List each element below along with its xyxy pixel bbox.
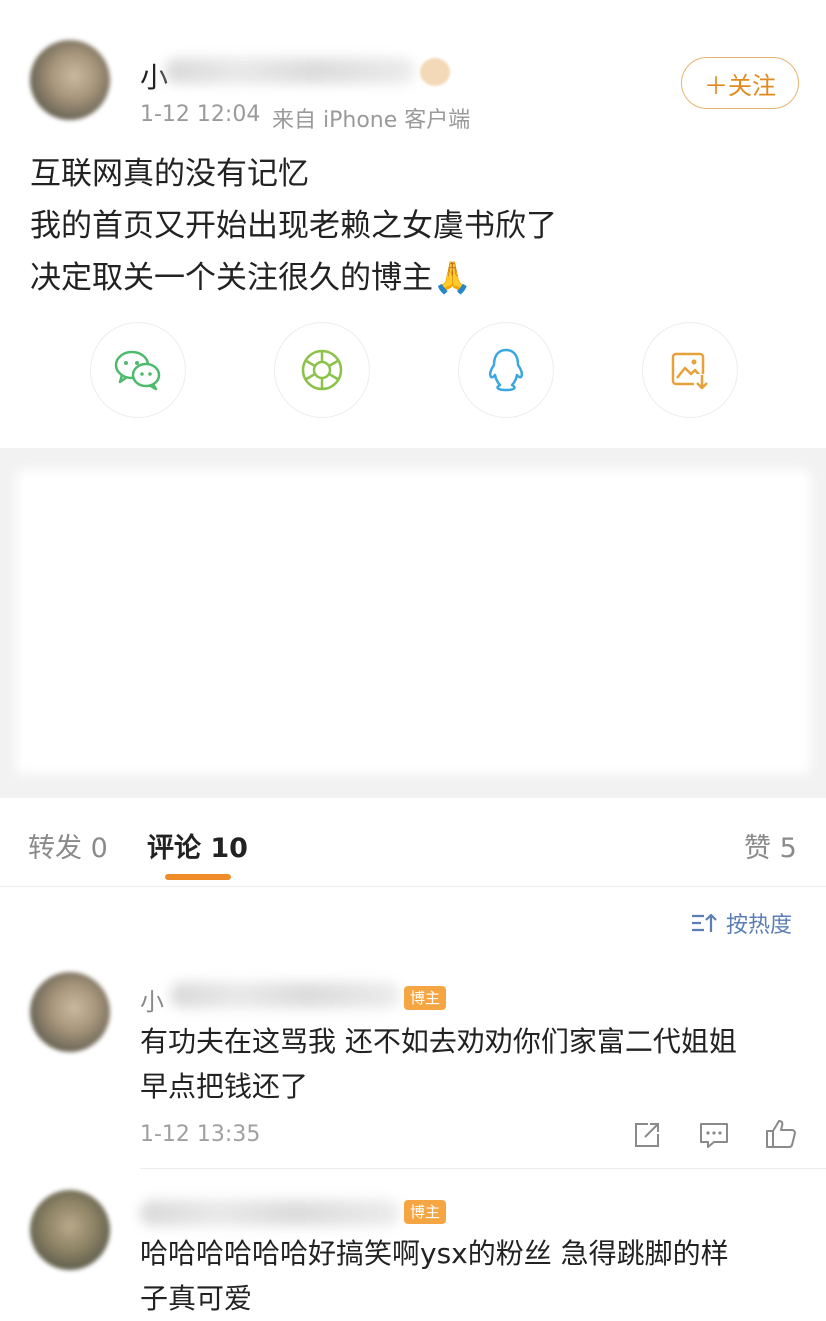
- share-wechat-button[interactable]: [90, 322, 186, 418]
- sort-icon: [692, 913, 717, 932]
- post-time: 1-12 12:04: [140, 102, 261, 127]
- tab-likes[interactable]: 赞 5: [744, 826, 797, 865]
- comment-avatar[interactable]: [30, 972, 110, 1052]
- reply-comment-button[interactable]: [698, 1120, 730, 1154]
- author-name-visible[interactable]: 小: [140, 56, 168, 96]
- blogger-badge: 博主: [404, 986, 447, 1010]
- post-source: 来自 iPhone 客户端: [272, 108, 471, 133]
- comment-divider: [140, 1168, 826, 1169]
- comment-author-redacted: [170, 982, 400, 1008]
- share-out-icon: [635, 1123, 659, 1147]
- share-moments-button[interactable]: [274, 322, 370, 418]
- comment-line-1: 有功夫在这骂我 还不如去劝劝你们家富二代姐姐: [140, 1025, 737, 1058]
- comment-avatar[interactable]: [30, 1190, 110, 1270]
- comment-author-visible[interactable]: 小: [140, 982, 164, 1017]
- wechat-icon: [114, 350, 161, 391]
- comment-author-redacted: [140, 1200, 400, 1226]
- tab-comments[interactable]: 评论 10: [147, 826, 248, 865]
- comment-line-1: 哈哈哈哈哈哈好搞笑啊ysx的粉丝 急得跳脚的样: [140, 1237, 729, 1270]
- tabs-bar: [0, 798, 826, 887]
- author-avatar[interactable]: [30, 40, 110, 120]
- sort-label: 按热度: [726, 913, 793, 938]
- qq-icon: [488, 348, 524, 392]
- comment-text: 有功夫在这骂我 还不如去劝劝你们家富二代姐姐 早点把钱还了: [140, 1019, 810, 1109]
- thumbs-up-icon: [766, 1120, 796, 1148]
- save-image-icon: [671, 352, 710, 390]
- comment-icon: [700, 1123, 728, 1148]
- moments-icon: [301, 349, 343, 391]
- comment-line-2: 早点把钱还了: [140, 1070, 309, 1103]
- post-line-1: 互联网真的没有记忆: [30, 156, 309, 192]
- like-comment-button[interactable]: [764, 1118, 798, 1154]
- repost-comment-button[interactable]: [632, 1120, 662, 1154]
- tab-active-indicator: [165, 874, 231, 880]
- comment-line-2: 子真可爱: [140, 1282, 253, 1315]
- author-name-redacted: [165, 58, 415, 84]
- sort-button[interactable]: 按热度: [690, 907, 792, 939]
- author-emoji-icon: [420, 58, 450, 86]
- post-line-3: 决定取关一个关注很久的博主🙏: [30, 260, 472, 296]
- share-qq-button[interactable]: [458, 322, 554, 418]
- comment-text: 哈哈哈哈哈哈好搞笑啊ysx的粉丝 急得跳脚的样 子真可爱: [140, 1231, 810, 1321]
- post-line-2: 我的首页又开始出现老赖之女虞书欣了: [30, 208, 557, 244]
- comment-time: 1-12 13:35: [140, 1122, 261, 1147]
- redacted-content-area: [16, 470, 810, 774]
- share-save-image-button[interactable]: [642, 322, 738, 418]
- post-body: 互联网真的没有记忆 我的首页又开始出现老赖之女虞书欣了 决定取关一个关注很久的博…: [30, 148, 790, 304]
- follow-button[interactable]: ＋关注: [681, 57, 799, 109]
- blogger-badge: 博主: [404, 1200, 447, 1224]
- tab-repost[interactable]: 转发 0: [28, 826, 108, 865]
